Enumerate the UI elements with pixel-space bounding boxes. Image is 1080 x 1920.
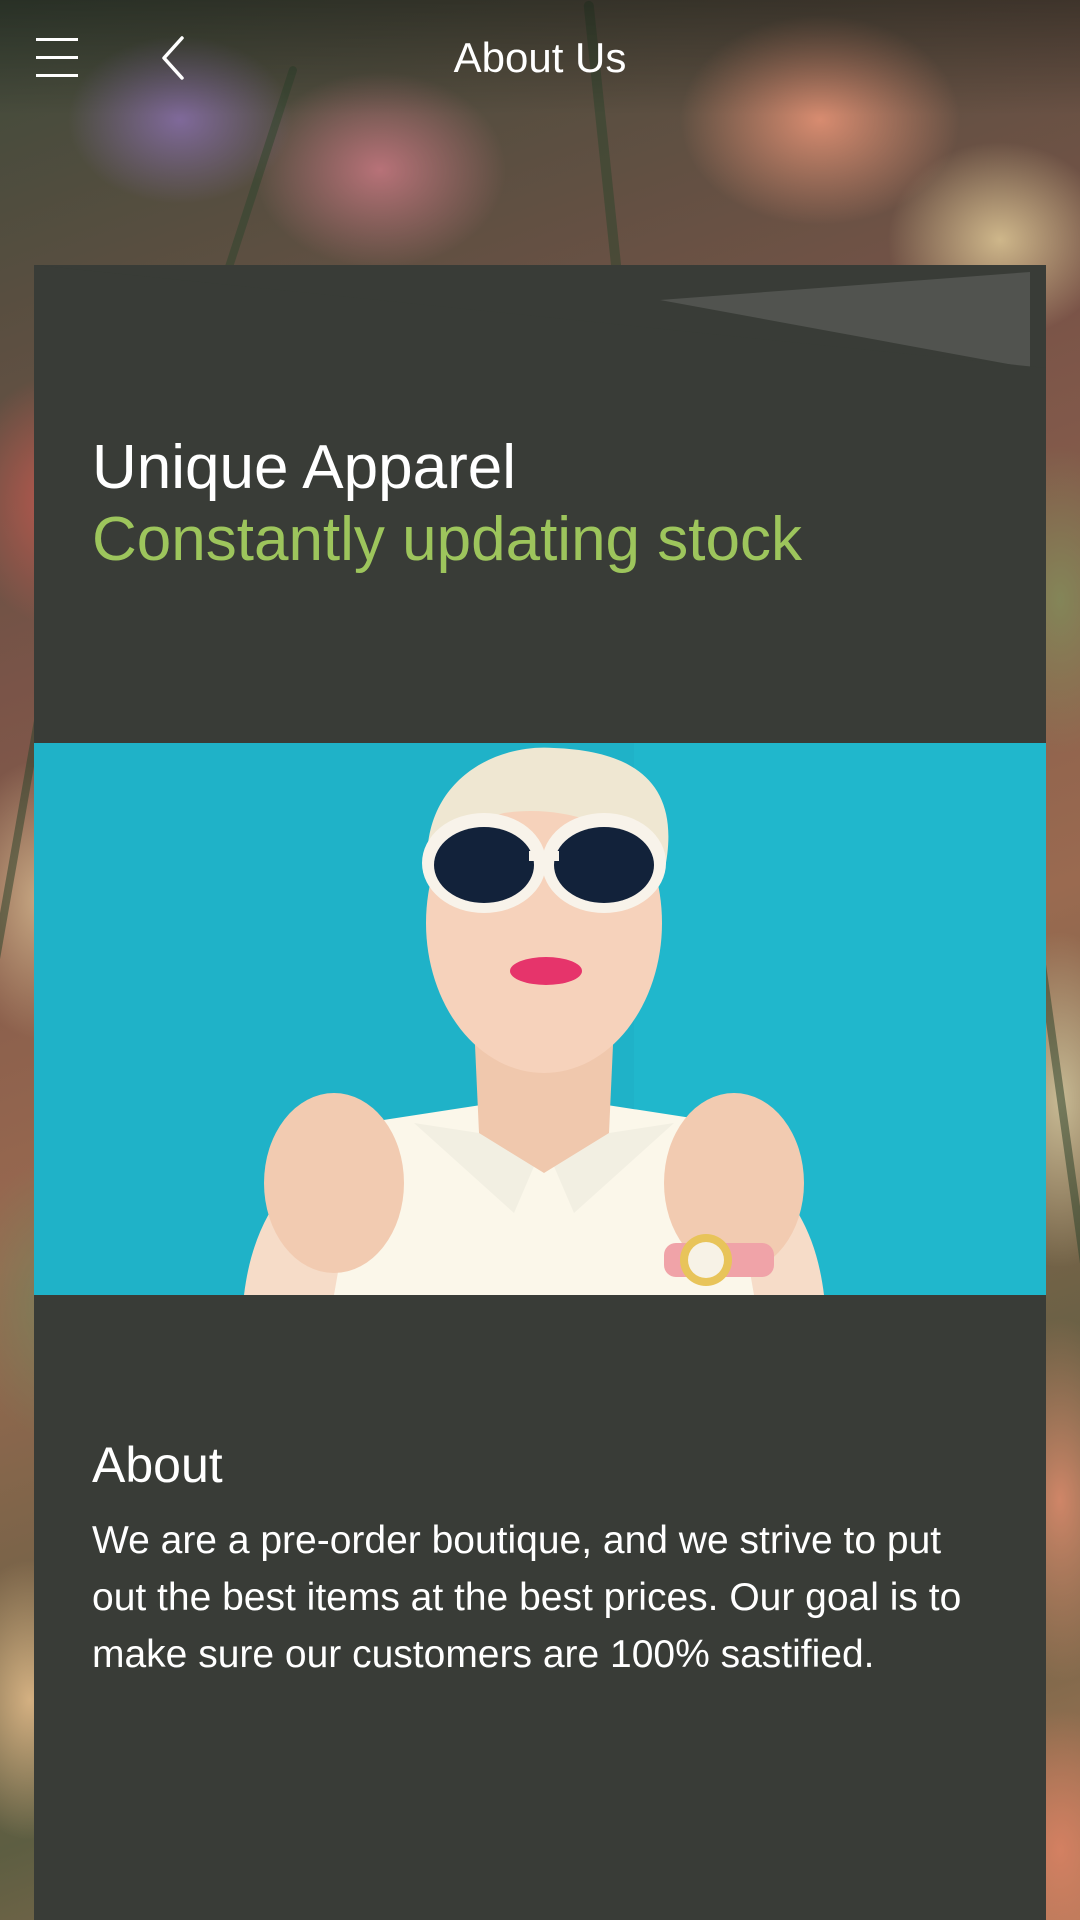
hero-image	[34, 743, 1046, 1295]
page-title: About Us	[453, 34, 627, 81]
subheadline: Constantly updating stock	[92, 505, 802, 574]
about-description: We are a pre-order boutique, and we stri…	[92, 1519, 962, 1676]
headline: Unique Apparel	[92, 433, 516, 502]
top-app-bar: About Us	[0, 0, 1080, 115]
about-heading: About	[92, 1437, 223, 1493]
